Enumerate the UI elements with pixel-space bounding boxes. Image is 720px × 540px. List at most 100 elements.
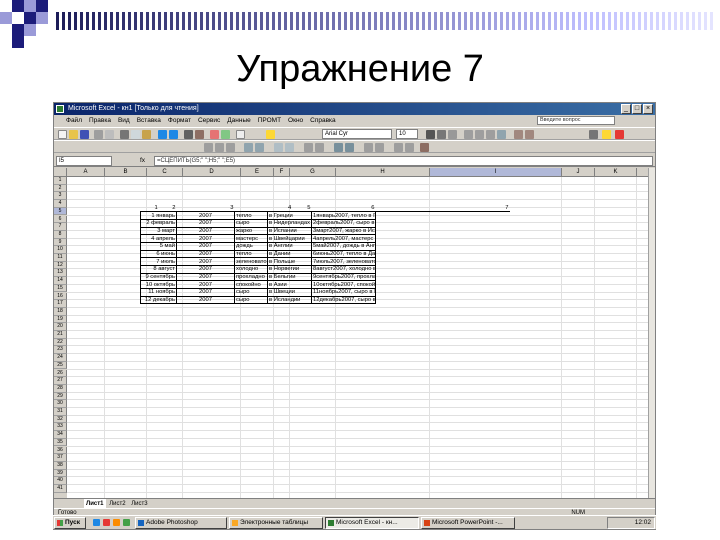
taskbar-app-photoshop[interactable]: Adobe Photoshop bbox=[135, 517, 227, 529]
menu-window[interactable]: Окно bbox=[288, 115, 303, 126]
year-cell[interactable]: 2007 bbox=[176, 257, 235, 266]
fill-color-icon[interactable] bbox=[602, 130, 611, 139]
year-cell[interactable]: 2007 bbox=[176, 241, 235, 251]
menu-file[interactable]: Файл bbox=[66, 115, 82, 126]
font-color-icon[interactable] bbox=[615, 130, 624, 139]
formula-input[interactable]: =СЦЕПИТЬ(G5;" ";H5;" ";E5) bbox=[154, 156, 653, 166]
minimize-button[interactable]: _ bbox=[621, 104, 631, 114]
help-icon[interactable] bbox=[266, 130, 275, 139]
weather-cell[interactable]: прохладно bbox=[234, 272, 268, 282]
row-header-15[interactable]: 15 bbox=[54, 284, 67, 293]
month-cell[interactable]: 1 январь bbox=[140, 211, 177, 220]
column-header-d[interactable]: D bbox=[183, 168, 241, 177]
row-header-12[interactable]: 12 bbox=[54, 261, 67, 270]
menu-tools[interactable]: Сервис bbox=[198, 115, 220, 126]
menu-edit[interactable]: Правка bbox=[89, 115, 111, 126]
row-header-19[interactable]: 19 bbox=[54, 315, 67, 324]
taskbar-app-folder[interactable]: Электронные таблицы bbox=[229, 517, 323, 529]
toolbar2-btn-1-icon[interactable] bbox=[204, 143, 213, 152]
font-size-select[interactable]: 10 bbox=[396, 129, 418, 139]
country-cell[interactable]: в Дании bbox=[267, 249, 312, 259]
year-cell[interactable]: 2007 bbox=[176, 218, 235, 228]
weather-cell[interactable]: зеленовато bbox=[234, 257, 268, 266]
row-header-24[interactable]: 24 bbox=[54, 354, 67, 362]
menu-insert[interactable]: Вставка bbox=[137, 115, 161, 126]
month-cell[interactable]: 12 декабрь bbox=[140, 295, 177, 305]
concat-cell[interactable]: 9сентябрь2007, прохладно в Бельгии bbox=[311, 272, 376, 282]
row-header-23[interactable]: 23 bbox=[54, 346, 67, 355]
font-name-select[interactable]: Arial Cyr bbox=[322, 129, 392, 139]
toolbar2-btn-4-icon[interactable] bbox=[244, 143, 253, 152]
row-header-7[interactable]: 7 bbox=[54, 223, 67, 231]
row-header-32[interactable]: 32 bbox=[54, 415, 67, 424]
concat-cell[interactable]: 3март2007, жарко в Испании bbox=[311, 226, 376, 236]
row-header-26[interactable]: 26 bbox=[54, 369, 67, 378]
column-header-j[interactable]: J bbox=[562, 168, 595, 177]
weather-cell[interactable]: жарко bbox=[234, 226, 268, 236]
row-header-6[interactable]: 6 bbox=[54, 215, 67, 224]
concat-cell[interactable]: 7июль2007, зеленовато в Польше bbox=[311, 257, 376, 266]
month-cell[interactable]: 3 март bbox=[140, 226, 177, 236]
preview-icon[interactable] bbox=[105, 130, 114, 139]
month-cell[interactable]: 7 июль bbox=[140, 257, 177, 266]
menu-promt[interactable]: ПРОМТ bbox=[258, 115, 281, 126]
borders-icon[interactable] bbox=[589, 130, 598, 139]
concat-cell[interactable]: 5май2007, дождь в Англии bbox=[311, 241, 376, 251]
underline-icon[interactable] bbox=[448, 130, 457, 139]
align-right-icon[interactable] bbox=[486, 130, 495, 139]
quick-launch-4-icon[interactable] bbox=[123, 519, 130, 526]
row-header-41[interactable]: 41 bbox=[54, 485, 67, 493]
row-header-3[interactable]: 3 bbox=[54, 192, 67, 201]
row-header-13[interactable]: 13 bbox=[54, 269, 67, 278]
country-cell[interactable]: в Бельгии bbox=[267, 272, 312, 282]
weather-cell[interactable]: дождь bbox=[234, 241, 268, 251]
ask-question-input[interactable]: Введите вопрос bbox=[537, 116, 615, 125]
zoom-icon[interactable] bbox=[236, 130, 245, 139]
month-cell[interactable]: 4 апрель bbox=[140, 234, 177, 243]
year-cell[interactable]: 2007 bbox=[176, 280, 235, 290]
weather-cell[interactable]: спокойно bbox=[234, 280, 268, 290]
month-cell[interactable]: 9 сентябрь bbox=[140, 272, 177, 282]
toolbar2-btn-16-icon[interactable] bbox=[420, 143, 429, 152]
row-header-35[interactable]: 35 bbox=[54, 438, 67, 447]
toolbar2-btn-13-icon[interactable] bbox=[375, 143, 384, 152]
row-header-18[interactable]: 18 bbox=[54, 307, 67, 316]
weather-cell[interactable]: сыро bbox=[234, 295, 268, 305]
year-cell[interactable]: 2007 bbox=[176, 226, 235, 236]
row-header-1[interactable]: 1 bbox=[54, 177, 67, 185]
month-cell[interactable]: 5 май bbox=[140, 241, 177, 251]
column-header-i[interactable]: I bbox=[430, 168, 562, 177]
row-header-11[interactable]: 11 bbox=[54, 254, 67, 262]
currency-icon[interactable] bbox=[514, 130, 523, 139]
concat-cell[interactable]: 1январь2007, тепло в Греции bbox=[311, 211, 376, 220]
column-header-h[interactable]: H bbox=[336, 168, 430, 177]
toolbar2-btn-2-icon[interactable] bbox=[215, 143, 224, 152]
weather-cell[interactable]: мастерс bbox=[234, 234, 268, 243]
taskbar-app-excel[interactable]: Microsoft Excel - кн... bbox=[325, 517, 419, 529]
quick-launch-3-icon[interactable] bbox=[113, 519, 120, 526]
autosum-icon[interactable] bbox=[184, 130, 193, 139]
maximize-button[interactable]: □ bbox=[632, 104, 642, 114]
weather-cell[interactable]: сыро bbox=[234, 218, 268, 228]
country-cell[interactable]: в Норвегии bbox=[267, 265, 312, 274]
year-cell[interactable]: 2007 bbox=[176, 288, 235, 297]
taskbar-app-powerpoint[interactable]: Microsoft PowerPoint -... bbox=[421, 517, 515, 529]
quick-launch-1-icon[interactable] bbox=[93, 519, 100, 526]
bold-icon[interactable] bbox=[426, 130, 435, 139]
country-cell[interactable]: в Польше bbox=[267, 257, 312, 266]
country-cell[interactable]: в Швеции bbox=[267, 288, 312, 297]
row-header-31[interactable]: 31 bbox=[54, 408, 67, 416]
paste-icon[interactable] bbox=[142, 130, 151, 139]
close-button[interactable]: × bbox=[643, 104, 653, 114]
concat-cell[interactable]: 11ноябрь2007, сыро в Швеции bbox=[311, 288, 376, 297]
country-cell[interactable]: в Азии bbox=[267, 280, 312, 290]
row-header-22[interactable]: 22 bbox=[54, 338, 67, 347]
row-header-39[interactable]: 39 bbox=[54, 469, 67, 478]
toolbar2-btn-9-icon[interactable] bbox=[315, 143, 324, 152]
weather-cell[interactable]: тепло bbox=[234, 211, 268, 220]
align-center-icon[interactable] bbox=[475, 130, 484, 139]
row-header-9[interactable]: 9 bbox=[54, 238, 67, 247]
toolbar2-btn-8-icon[interactable] bbox=[304, 143, 313, 152]
month-cell[interactable]: 11 ноябрь bbox=[140, 288, 177, 297]
sort-icon[interactable] bbox=[195, 130, 204, 139]
